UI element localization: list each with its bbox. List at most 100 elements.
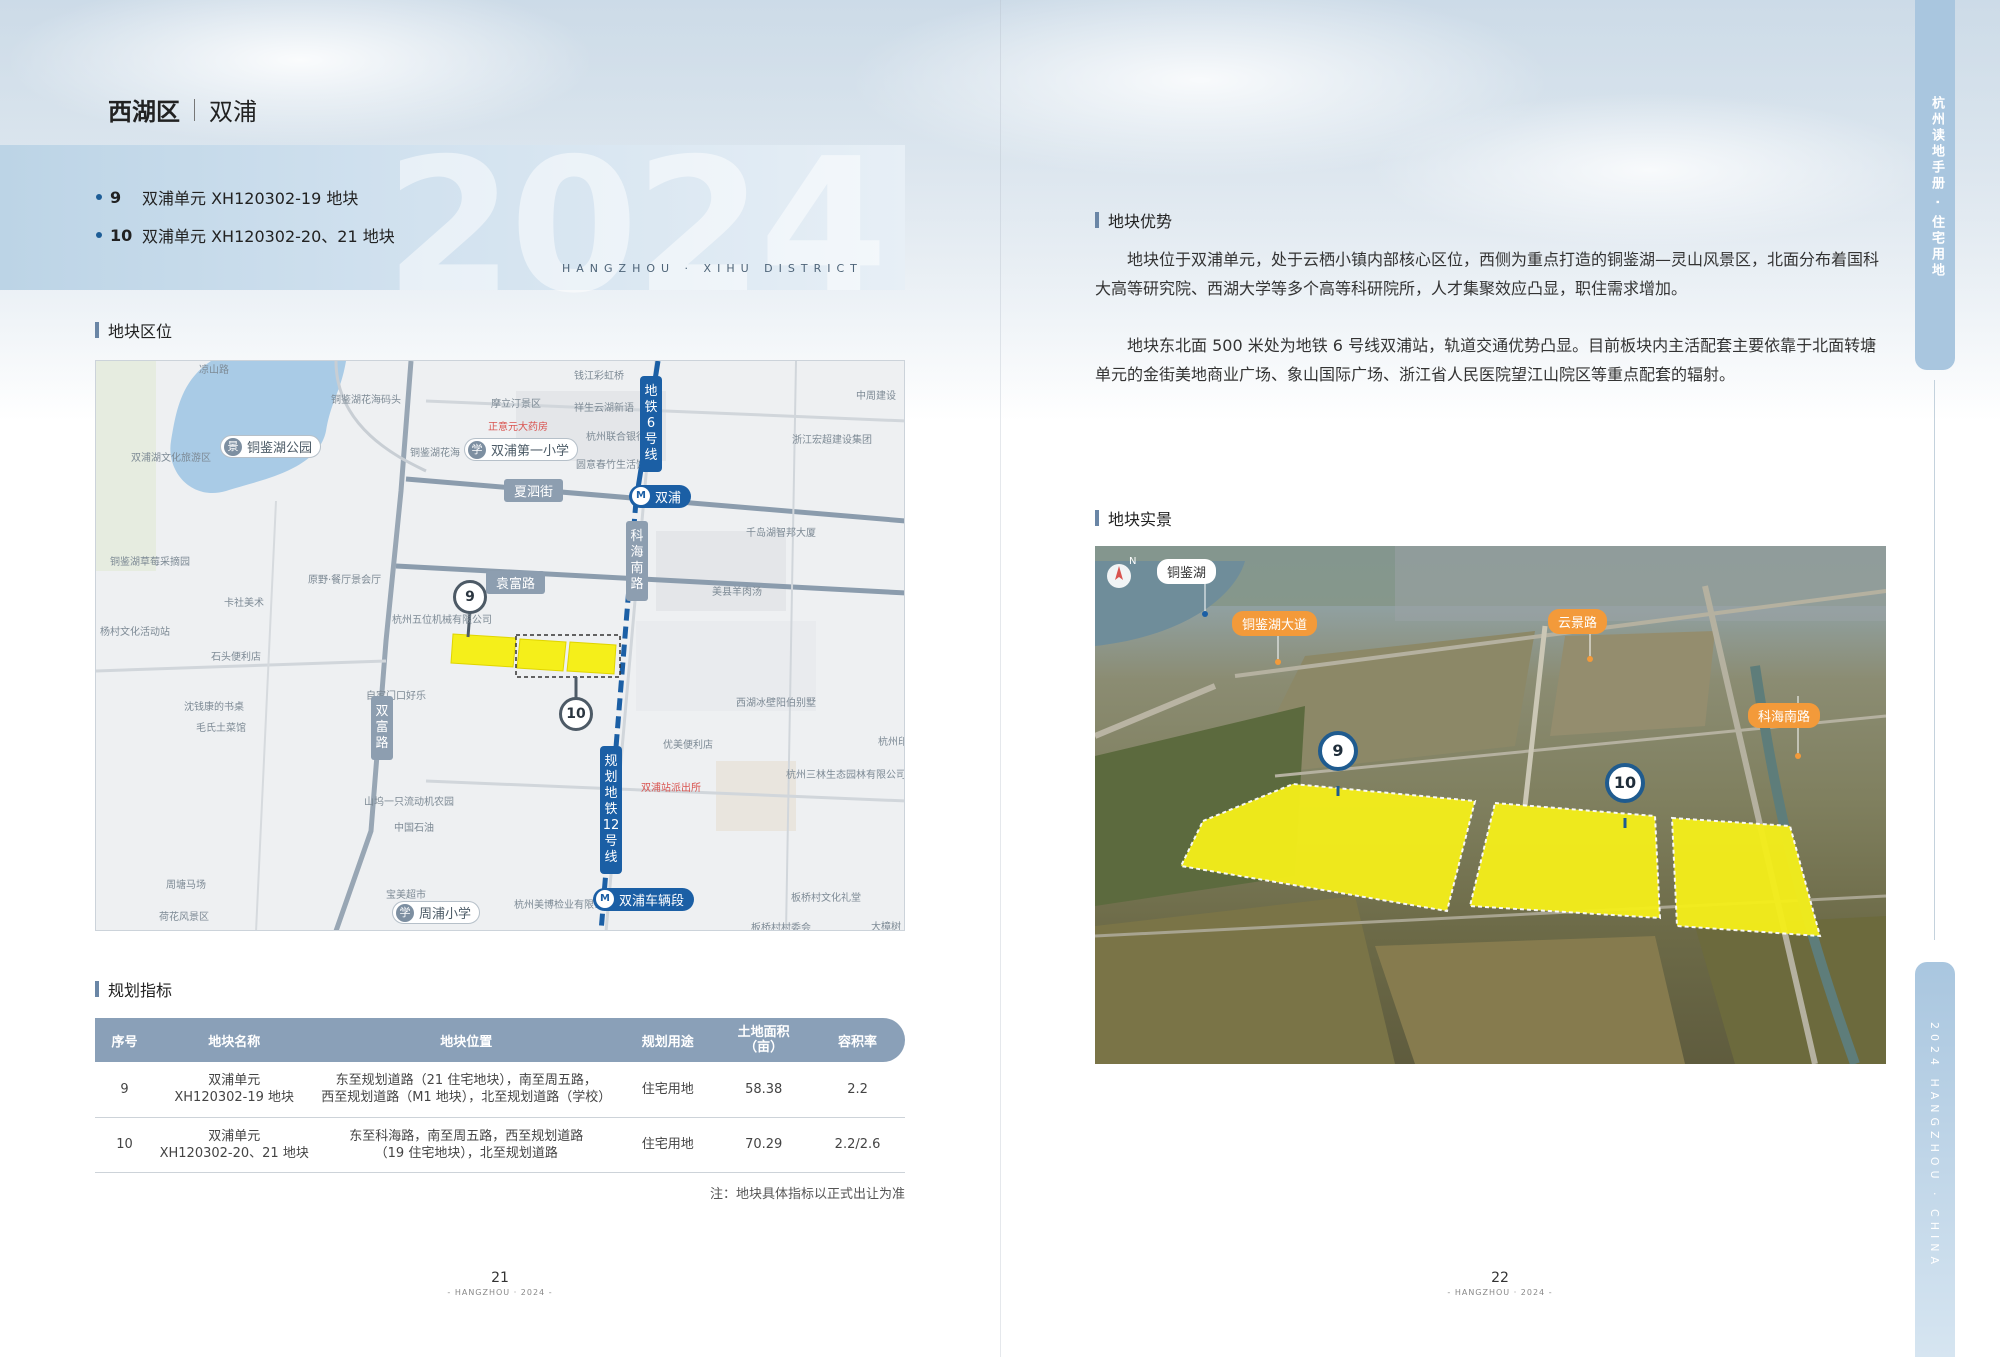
map-label: 浙江宏超建设集团 (792, 435, 872, 446)
map-label: 杭州五位机械有限公司 (392, 615, 492, 626)
plot-name: 双浦单元 XH120302-19 地块 (142, 189, 359, 208)
map-label: 双浦站派出所 (641, 783, 701, 794)
aerial-photo[interactable]: N 铜鉴湖 铜鉴湖大道 云景路 科海南路 9 10 (1095, 546, 1886, 1064)
page-number-right: 22 - HANGZHOU · 2024 - (1440, 1270, 1560, 1297)
map-label: 钱江彩虹桥 (574, 371, 624, 382)
map-label: 杭州联合银行 (586, 432, 646, 443)
poi-label: 周浦小学 (419, 907, 472, 922)
advantage-section-title: 地块优势 (1095, 208, 1172, 232)
cell-line: 双浦单元 (208, 1128, 261, 1144)
col-header: 序号 (95, 1018, 155, 1062)
indicators-table: 序号 地块名称 地块位置 规划用途 土地面积 （亩） 容积率 9 双浦单元 XH1… (95, 1018, 905, 1173)
page-number: 21 (491, 1270, 509, 1286)
photo-pin-9[interactable]: 9 (1318, 731, 1358, 771)
plot-name: 双浦单元 XH120302-20、21 地块 (142, 227, 395, 246)
map-label: 优美便利店 (663, 740, 713, 751)
table-note: 注：地块具体指标以正式出让为准 (709, 1187, 905, 1202)
cell-line: XH120302-19 地块 (174, 1090, 295, 1106)
plot-item: 10 双浦单元 XH120302-20、21 地块 (96, 216, 395, 254)
bullet-icon (96, 194, 102, 200)
cell-use: 住宅用地 (618, 1062, 718, 1118)
year-watermark: 2024 (385, 118, 888, 334)
section-bar (95, 981, 99, 997)
poi-school1: 学 双浦第一小学 (464, 438, 579, 461)
col-header: 容积率 (810, 1018, 905, 1062)
table-row: 10 双浦单元 XH120302-20、21 地块 东至科海路，南至周五路，西至规… (95, 1117, 905, 1173)
cell-line: 东至科海路，南至周五路，西至规划道路 (349, 1128, 584, 1144)
side-tab-top[interactable]: 杭州读地手册 · 住宅用地 (1915, 0, 1955, 370)
section-title-text: 地块实景 (1108, 510, 1173, 529)
section-bar (95, 322, 99, 338)
school-icon: 学 (396, 904, 414, 922)
col-header: 地块位置 (314, 1018, 619, 1062)
map-label: 杭州印 (878, 737, 905, 748)
page-title: 西湖区 双浦 (108, 92, 257, 127)
page-fold (1000, 0, 1001, 1357)
map-label: 板桥村村委会 (751, 923, 811, 931)
cell-line: 东至规划道路（21 住宅地块），南至周五路， (335, 1073, 597, 1089)
cell-no: 10 (95, 1117, 155, 1173)
aerial-canvas (1095, 546, 1886, 1064)
cell-name: 双浦单元 XH120302-19 地块 (154, 1062, 315, 1118)
cell-area: 58.38 (717, 1062, 811, 1118)
road-tag-xialv: 夏泗街 (504, 479, 564, 502)
indicators-section-title: 规划指标 (95, 977, 172, 1001)
poi-park: 景 铜鉴湖公园 (220, 435, 322, 458)
section-bar (1095, 212, 1099, 228)
side-tab-text: 杭州读地手册 · 住宅用地 (1929, 96, 1944, 279)
district-name: 西湖区 (108, 98, 180, 126)
map-label: 山坞一只流动机农园 (364, 797, 454, 808)
cell-line: （19 住宅地块），北至规划道路 (374, 1145, 558, 1161)
map-label: 美县羊肉汤 (712, 587, 762, 598)
page-number-left: 21 - HANGZHOU · 2024 - (440, 1270, 560, 1297)
map-label: 中周建设 (856, 391, 896, 402)
advantage-paragraph: 地块位于双浦单元，处于云栖小镇内部核心区位，西侧为重点打造的铜鉴湖—灵山风景区，… (1095, 250, 1880, 298)
section-title-text: 地块区位 (108, 322, 173, 341)
road-tag-yuanfu: 袁富路 (486, 571, 546, 594)
map-label: 正意元大药房 (488, 422, 548, 433)
cell-far: 2.2 (810, 1062, 905, 1118)
plot-number: 9 (110, 187, 122, 207)
map-pin-10[interactable]: 10 (559, 697, 593, 731)
page-sub: - HANGZHOU · 2024 - (1447, 1288, 1553, 1297)
map-label: 杨村文化活动站 (100, 627, 170, 638)
cell-location: 东至科海路，南至周五路，西至规划道路 （19 住宅地块），北至规划道路 (314, 1117, 619, 1173)
map-label: 周塘马场 (166, 880, 206, 891)
map-label: 铜鉴湖草莓采摘园 (110, 557, 190, 568)
col-header: 规划用途 (618, 1018, 718, 1062)
map-label: 凉山路 (199, 365, 229, 376)
map-label: 毛氏土菜馆 (196, 723, 246, 734)
poi-label: 双浦第一小学 (491, 444, 570, 459)
map-label: 大樟树 (871, 922, 901, 931)
map-label: 石头便利店 (211, 652, 261, 663)
map-label: 宝美超市 (386, 890, 426, 901)
cell-name: 双浦单元 XH120302-20、21 地块 (154, 1117, 315, 1173)
side-tab-text: 2024 HANGZHOU · CHINA (1928, 1022, 1941, 1269)
page-sub: - HANGZHOU · 2024 - (447, 1288, 553, 1297)
advantage-paragraph: 地块东北面 500 米处为地铁 6 号线双浦站，轨道交通优势凸显。目前板块内主活… (1095, 336, 1877, 384)
photo-tag-road1: 铜鉴湖大道 (1232, 611, 1318, 636)
metro-line12-tag: 规划地铁12号线 (600, 746, 622, 874)
map-label: 铜鉴湖花海码头 (331, 395, 401, 406)
map-label: 圆意春竹生活馆 (576, 460, 646, 471)
photo-tag-lake: 铜鉴湖 (1157, 559, 1217, 584)
section-bar (1095, 510, 1099, 526)
school-icon: 学 (468, 441, 486, 459)
map-pin-9[interactable]: 9 (453, 580, 487, 614)
page-number: 22 (1491, 1270, 1509, 1286)
location-map[interactable]: 凉山路 铜鉴湖花海码头 钱江彩虹桥 中周建设 摩立汀景区 正意元大药房 杭州联合… (95, 360, 905, 931)
cell-far: 2.2/2.6 (810, 1117, 905, 1173)
cell-line: XH120302-20、21 地块 (159, 1145, 309, 1161)
metro-station-depot: 双浦车辆段 (593, 888, 695, 911)
map-label: 板桥村文化礼堂 (791, 893, 861, 904)
col-header: 地块名称 (154, 1018, 315, 1062)
plot-number: 10 (110, 225, 133, 245)
side-tab-bottom[interactable]: 2024 HANGZHOU · CHINA (1915, 962, 1955, 1357)
road-tag-kehai: 科海南路 (626, 521, 648, 601)
map-label: 祥生云湖新语 (574, 403, 634, 414)
col-header: 土地面积 （亩） (717, 1018, 811, 1062)
photo-tag-road3: 科海南路 (1748, 703, 1821, 728)
photo-section-title: 地块实景 (1095, 506, 1172, 530)
plot-item: 9 双浦单元 XH120302-19 地块 (96, 178, 395, 216)
photo-pin-10[interactable]: 10 (1605, 763, 1645, 803)
